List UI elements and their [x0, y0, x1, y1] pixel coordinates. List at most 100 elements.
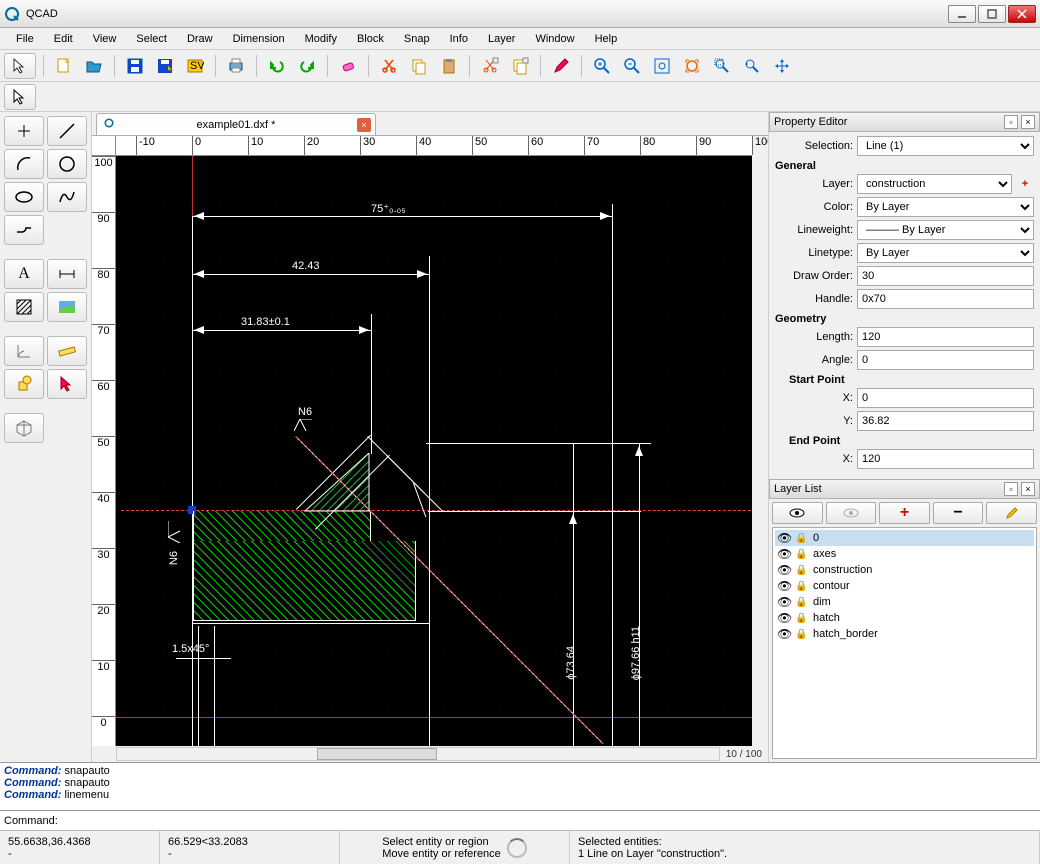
pencil-icon[interactable] [548, 53, 574, 79]
redo-icon[interactable] [294, 53, 320, 79]
layer-remove-icon[interactable]: − [933, 502, 984, 524]
start-x-input[interactable] [857, 388, 1034, 408]
layer-hide-all-icon[interactable] [826, 502, 877, 524]
block-tool[interactable] [4, 369, 44, 399]
angle-input[interactable] [857, 350, 1034, 370]
layer-row-hatch-border[interactable]: 👁🔒hatch_border [775, 626, 1034, 642]
draworder-input[interactable] [857, 266, 1034, 286]
layer-row-0[interactable]: 👁🔒0 [775, 530, 1034, 546]
lock-icon[interactable]: 🔒 [795, 613, 809, 624]
erase-icon[interactable] [335, 53, 361, 79]
lock-icon[interactable]: 🔒 [795, 549, 809, 560]
lock-icon[interactable]: 🔒 [795, 629, 809, 640]
pan-icon[interactable] [769, 53, 795, 79]
cut-icon[interactable] [376, 53, 402, 79]
undo-icon[interactable] [264, 53, 290, 79]
menu-info[interactable]: Info [440, 31, 478, 47]
layer-row-contour[interactable]: 👁🔒contour [775, 578, 1034, 594]
copy-ref-icon[interactable] [507, 53, 533, 79]
open-file-icon[interactable] [81, 53, 107, 79]
menu-snap[interactable]: Snap [394, 31, 440, 47]
selection-dropdown[interactable]: Line (1) [857, 136, 1034, 156]
measure-angle-tool[interactable] [4, 336, 44, 366]
lineweight-dropdown[interactable]: ——— By Layer [857, 220, 1034, 240]
paste-icon[interactable] [436, 53, 462, 79]
panel-undock-icon[interactable]: ▫ [1004, 482, 1018, 496]
horizontal-scrollbar[interactable]: 10 / 100 [92, 746, 768, 762]
select-tool[interactable] [47, 369, 87, 399]
eye-icon[interactable]: 👁 [777, 627, 791, 641]
hatch-tool[interactable] [4, 292, 44, 322]
pointer-tool[interactable] [4, 53, 36, 79]
save-icon[interactable] [122, 53, 148, 79]
vertical-scrollbar[interactable] [752, 156, 768, 746]
measure-dist-tool[interactable] [47, 336, 87, 366]
layer-show-all-icon[interactable] [772, 502, 823, 524]
layer-add-icon[interactable]: + [879, 502, 930, 524]
text-tool[interactable]: A [4, 259, 44, 289]
color-dropdown[interactable]: By Layer [857, 197, 1034, 217]
menu-modify[interactable]: Modify [295, 31, 347, 47]
tab-close-icon[interactable]: × [357, 118, 371, 132]
spline-tool[interactable] [47, 182, 87, 212]
add-layer-icon[interactable]: + [1016, 178, 1034, 190]
lock-icon[interactable]: 🔒 [795, 533, 809, 544]
panel-close-icon[interactable]: × [1021, 482, 1035, 496]
layer-row-axes[interactable]: 👁🔒axes [775, 546, 1034, 562]
lock-icon[interactable]: 🔒 [795, 597, 809, 608]
menu-draw[interactable]: Draw [177, 31, 223, 47]
lock-icon[interactable]: 🔒 [795, 565, 809, 576]
new-file-icon[interactable] [51, 53, 77, 79]
panel-undock-icon[interactable]: ▫ [1004, 115, 1018, 129]
eye-icon[interactable]: 👁 [777, 611, 791, 625]
zoom-out-icon[interactable] [619, 53, 645, 79]
eye-icon[interactable]: 👁 [777, 579, 791, 593]
tab-example01[interactable]: example01.dxf * × [96, 113, 376, 135]
command-input[interactable] [58, 813, 1036, 829]
layer-row-dim[interactable]: 👁🔒dim [775, 594, 1034, 610]
iso-tool[interactable] [4, 413, 44, 443]
eye-icon[interactable]: 👁 [777, 563, 791, 577]
start-y-input[interactable] [857, 411, 1034, 431]
menu-view[interactable]: View [83, 31, 127, 47]
drawing-canvas[interactable]: 75⁺₀.₀₅ 42.43 31.83±0.1 N6 N6 1.5x45° [116, 156, 752, 746]
layer-row-hatch[interactable]: 👁🔒hatch [775, 610, 1034, 626]
zoom-window-icon[interactable] [709, 53, 735, 79]
eye-icon[interactable]: 👁 [777, 547, 791, 561]
circle-tool[interactable] [47, 149, 87, 179]
length-input[interactable] [857, 327, 1034, 347]
menu-block[interactable]: Block [347, 31, 394, 47]
eye-icon[interactable]: 👁 [777, 595, 791, 609]
zoom-fit-icon[interactable] [649, 53, 675, 79]
close-button[interactable] [1008, 5, 1036, 23]
arc-tool[interactable] [4, 149, 44, 179]
layer-edit-icon[interactable] [986, 502, 1037, 524]
menu-layer[interactable]: Layer [478, 31, 526, 47]
linetype-dropdown[interactable]: By Layer [857, 243, 1034, 263]
polyline-tool[interactable] [4, 215, 44, 245]
zoom-previous-icon[interactable] [739, 53, 765, 79]
menu-dimension[interactable]: Dimension [223, 31, 295, 47]
menu-edit[interactable]: Edit [44, 31, 83, 47]
zoom-in-icon[interactable] [589, 53, 615, 79]
line-tool[interactable] [47, 116, 87, 146]
layer-list[interactable]: 👁🔒0 👁🔒axes 👁🔒construction 👁🔒contour 👁🔒di… [772, 527, 1037, 759]
save-as-icon[interactable] [152, 53, 178, 79]
layer-row-construction[interactable]: 👁🔒construction [775, 562, 1034, 578]
copy-icon[interactable] [406, 53, 432, 79]
dimension-tool[interactable] [47, 259, 87, 289]
menu-file[interactable]: File [6, 31, 44, 47]
lock-icon[interactable]: 🔒 [795, 581, 809, 592]
export-svg-icon[interactable]: SVG [182, 53, 208, 79]
menu-select[interactable]: Select [126, 31, 177, 47]
eye-icon[interactable]: 👁 [777, 531, 791, 545]
point-tool[interactable] [4, 116, 44, 146]
ellipse-tool[interactable] [4, 182, 44, 212]
image-tool[interactable] [47, 292, 87, 322]
layer-dropdown[interactable]: construction [857, 174, 1012, 194]
pointer-back-tool[interactable] [4, 84, 36, 110]
print-icon[interactable] [223, 53, 249, 79]
drawing-area[interactable]: -10 0 10 20 30 40 50 60 70 80 90 100 10 [92, 136, 768, 762]
minimize-button[interactable] [948, 5, 976, 23]
handle-input[interactable] [857, 289, 1034, 309]
